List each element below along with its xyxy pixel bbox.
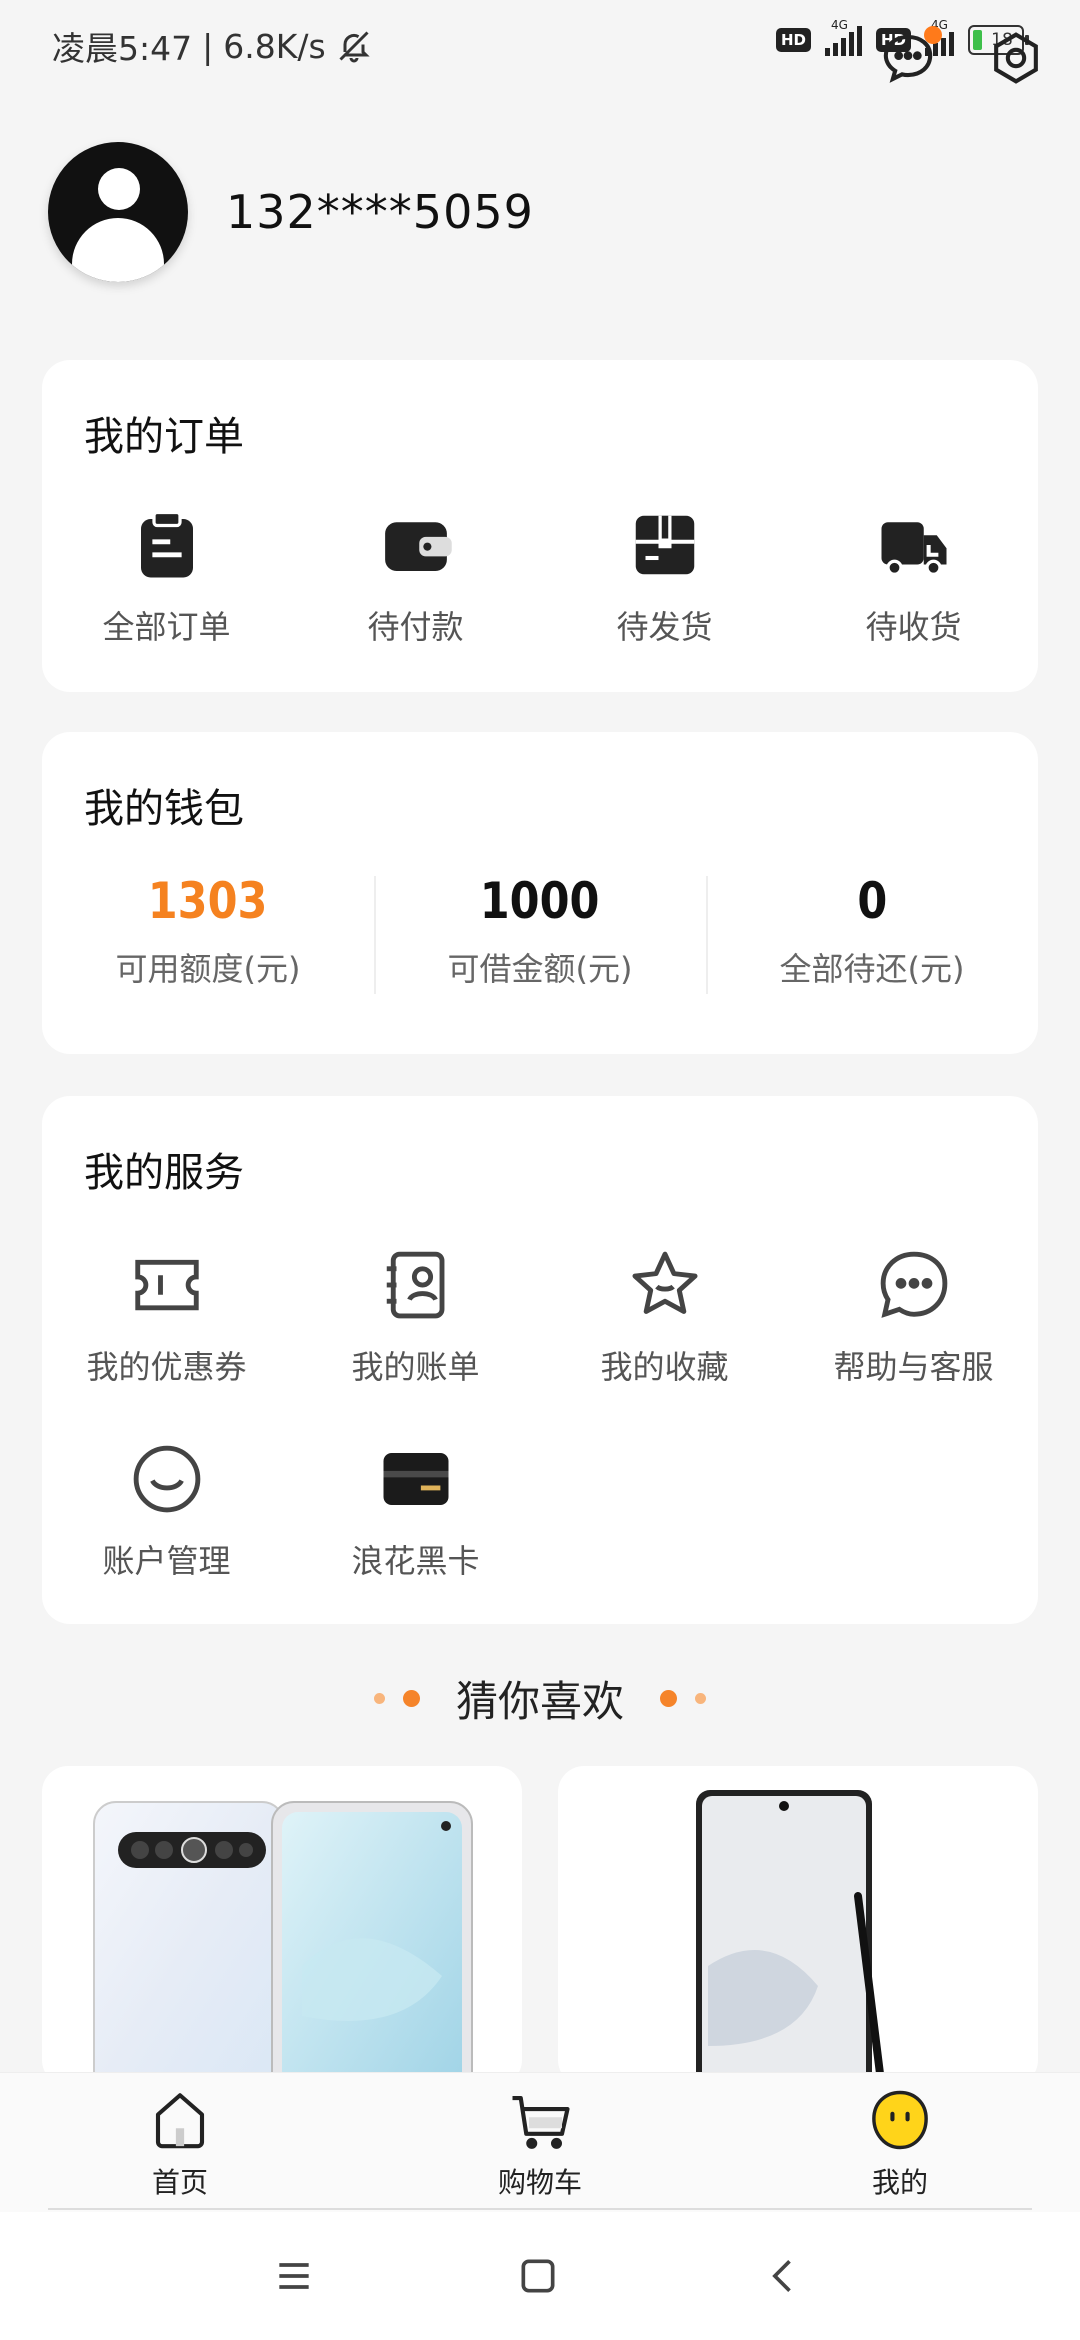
product-card[interactable] xyxy=(42,1766,522,2086)
service-label: 浪花黑卡 xyxy=(351,1542,480,1580)
orders-grid: 全部订单 待付款 待发货 待收货 xyxy=(42,506,1038,648)
order-label: 待发货 xyxy=(616,608,713,646)
service-coupons[interactable]: 我的优惠券 xyxy=(42,1246,291,1388)
settings-button[interactable] xyxy=(988,30,1044,90)
signal-icon: 4G xyxy=(824,18,862,56)
service-bills[interactable]: 我的账单 xyxy=(291,1246,540,1388)
top-actions xyxy=(880,26,1044,90)
truck-icon xyxy=(881,522,946,576)
decor-dot xyxy=(373,1693,385,1704)
wallet-icon xyxy=(384,522,452,571)
services-row-1: 我的优惠券 我的账单 我的收藏 帮助与客服 xyxy=(42,1246,1038,1388)
order-label: 待付款 xyxy=(367,608,464,646)
product-image xyxy=(93,1801,473,2086)
services-title: 我的服务 xyxy=(84,1150,244,1196)
recommend-title: 猜你喜欢 xyxy=(455,1677,624,1726)
service-black-card[interactable]: 浪花黑卡 xyxy=(291,1440,540,1582)
box-icon xyxy=(635,515,694,575)
tab-home[interactable]: 首页 xyxy=(90,2087,270,2201)
order-unpaid[interactable]: 待付款 xyxy=(291,506,540,648)
order-to-receive[interactable]: 待收货 xyxy=(789,506,1038,648)
wallet-value: 1303 xyxy=(148,872,268,930)
wallet-label: 可用额度(元) xyxy=(115,950,301,988)
message-badge xyxy=(924,26,942,44)
wallet-borrowable[interactable]: 1000 可借金额(元) xyxy=(374,872,706,994)
order-label: 待收货 xyxy=(865,608,962,646)
wallet-value: 0 xyxy=(857,872,887,930)
menu-icon[interactable] xyxy=(272,2254,316,2298)
tab-label: 购物车 xyxy=(497,2166,582,2199)
wallet-label: 可借金额(元) xyxy=(447,950,633,988)
bill-icon xyxy=(386,1251,444,1319)
user-phone: 132****5059 xyxy=(226,185,534,239)
system-nav-bar xyxy=(0,2212,1080,2340)
product-card[interactable] xyxy=(558,1766,1038,2086)
bell-off-icon xyxy=(339,31,370,63)
tab-label: 首页 xyxy=(151,2166,208,2199)
services-row-2: 账户管理 浪花黑卡 xyxy=(42,1440,1038,1582)
service-label: 我的账单 xyxy=(351,1348,480,1386)
settings-icon xyxy=(994,32,1038,84)
orders-title: 我的订单 xyxy=(84,414,244,460)
mine-icon xyxy=(872,2090,928,2150)
order-label: 全部订单 xyxy=(102,608,231,646)
chat-icon xyxy=(880,1251,947,1318)
service-help[interactable]: 帮助与客服 xyxy=(789,1246,1038,1388)
product-image xyxy=(696,1790,886,2086)
wallet-available-credit[interactable]: 1303 可用额度(元) xyxy=(42,872,374,990)
recommend-header: 猜你喜欢 xyxy=(0,1668,1080,1729)
service-favorites[interactable]: 我的收藏 xyxy=(540,1246,789,1388)
status-separator: | xyxy=(202,26,214,66)
orders-card: 我的订单 全部订单 待付款 待发货 待收货 xyxy=(42,360,1038,692)
black-card-icon xyxy=(383,1453,448,1505)
wallet-value: 1000 xyxy=(480,872,600,930)
status-time: 凌晨5:47 xyxy=(52,29,193,68)
star-icon xyxy=(632,1251,697,1314)
order-all[interactable]: 全部订单 xyxy=(42,506,291,648)
profile-header[interactable]: 132****5059 xyxy=(48,142,534,282)
avatar[interactable] xyxy=(48,142,188,282)
decor-dot xyxy=(660,1690,677,1707)
service-label: 我的优惠券 xyxy=(86,1348,247,1386)
wallet-to-repay[interactable]: 0 全部待还(元) xyxy=(706,872,1038,994)
home-square-icon[interactable] xyxy=(516,2254,560,2298)
wallet-label: 全部待还(元) xyxy=(779,950,965,988)
service-label: 账户管理 xyxy=(102,1542,231,1580)
status-bar: 凌晨5:47 | 6.8K/s HD 4G HD 4G 18 xyxy=(0,0,1080,96)
status-speed: 6.8K/s xyxy=(223,26,326,66)
message-button[interactable] xyxy=(880,26,942,90)
wallet-card: 我的钱包 1303 可用额度(元) 1000 可借金额(元) 0 全部待还(元) xyxy=(42,732,1038,1054)
clipboard-icon xyxy=(140,510,193,578)
service-label: 帮助与客服 xyxy=(833,1348,994,1386)
coupon-icon xyxy=(134,1259,199,1311)
wallet-row: 1303 可用额度(元) 1000 可借金额(元) 0 全部待还(元) xyxy=(42,872,1038,994)
smile-icon xyxy=(133,1445,200,1513)
divider xyxy=(48,2208,1032,2210)
decor-dot xyxy=(402,1690,420,1707)
wallet-title: 我的钱包 xyxy=(84,786,244,832)
back-icon[interactable] xyxy=(762,2254,806,2298)
hd-badge: HD xyxy=(775,28,811,52)
service-label: 我的收藏 xyxy=(600,1348,729,1386)
home-icon xyxy=(155,2093,205,2149)
decor-dot xyxy=(695,1693,706,1704)
tab-mine[interactable]: 我的 xyxy=(810,2087,990,2201)
tab-label: 我的 xyxy=(871,2166,928,2199)
status-left: 凌晨5:47 | 6.8K/s xyxy=(52,22,372,70)
services-card: 我的服务 我的优惠券 我的账单 我的收藏 帮助与客服 账户管理 浪花黑卡 xyxy=(42,1096,1038,1624)
bottom-tab-bar: 首页 购物车 我的 xyxy=(0,2072,1080,2213)
cart-icon xyxy=(512,2095,570,2149)
tab-cart[interactable]: 购物车 xyxy=(450,2087,630,2201)
order-to-ship[interactable]: 待发货 xyxy=(540,506,789,648)
service-account[interactable]: 账户管理 xyxy=(42,1440,291,1582)
